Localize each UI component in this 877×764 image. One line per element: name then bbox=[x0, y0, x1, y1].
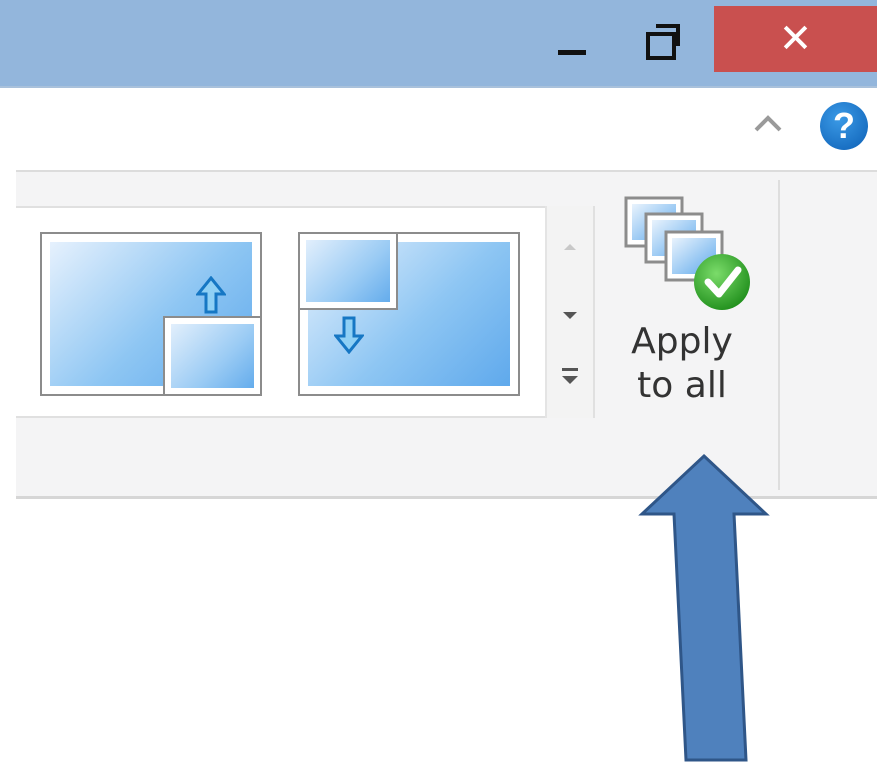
thumbnail-inset-slide bbox=[298, 232, 398, 310]
close-icon: ✕ bbox=[778, 16, 813, 62]
more-options-icon[interactable] bbox=[547, 354, 593, 404]
up-arrow-icon bbox=[196, 276, 226, 314]
apply-to-all-icon bbox=[624, 196, 750, 310]
minimize-icon bbox=[558, 50, 586, 55]
scroll-up-icon[interactable] bbox=[547, 224, 593, 274]
restore-icon bbox=[646, 32, 676, 60]
inset-preview bbox=[171, 324, 254, 388]
ribbon-group-separator bbox=[778, 180, 780, 490]
help-icon[interactable]: ? bbox=[820, 102, 868, 150]
transition-gallery bbox=[16, 206, 595, 418]
apply-to-all-button[interactable]: Apply to all bbox=[612, 192, 752, 422]
down-arrow-icon bbox=[334, 316, 364, 354]
window-title-bar: ✕ bbox=[0, 0, 877, 86]
inset-preview bbox=[306, 240, 390, 302]
apply-to-all-label: Apply to all bbox=[612, 320, 752, 408]
thumbnail-inset-slide bbox=[163, 316, 262, 396]
ribbon-tab-row bbox=[0, 88, 877, 170]
close-button[interactable]: ✕ bbox=[714, 6, 877, 72]
apply-label-line1: Apply bbox=[631, 321, 733, 362]
apply-label-line2: to all bbox=[637, 365, 727, 406]
minimize-button[interactable] bbox=[530, 6, 610, 72]
scroll-down-icon[interactable] bbox=[547, 292, 593, 342]
restore-button[interactable] bbox=[620, 6, 704, 72]
annotation-arrow bbox=[638, 453, 770, 762]
gallery-scroll-column bbox=[545, 206, 593, 418]
collapse-ribbon-icon[interactable] bbox=[748, 108, 788, 138]
